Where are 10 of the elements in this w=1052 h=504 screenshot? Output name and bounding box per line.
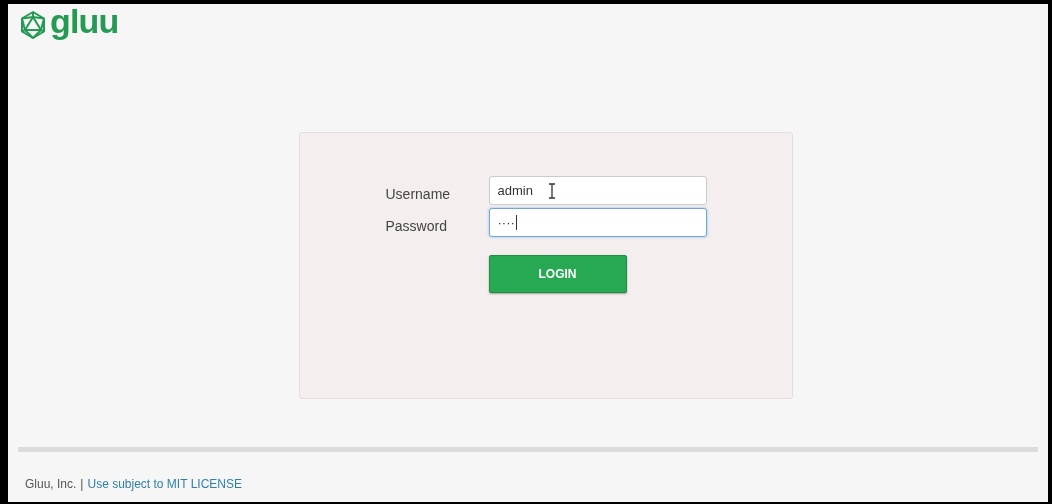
input-field[interactable]: ····	[488, 208, 707, 237]
logo-icon	[18, 10, 48, 40]
input-field[interactable]: admin	[488, 176, 707, 205]
separator: |	[80, 476, 84, 493]
company-name: Gluu, Inc.	[25, 476, 77, 493]
text-cursor-icon	[547, 182, 556, 199]
logo-text: gluu	[50, 4, 119, 38]
field-label: Password	[385, 217, 448, 236]
field-label: Username	[385, 185, 452, 204]
license-link[interactable]: Use subject to MIT LICENSE	[87, 475, 242, 493]
